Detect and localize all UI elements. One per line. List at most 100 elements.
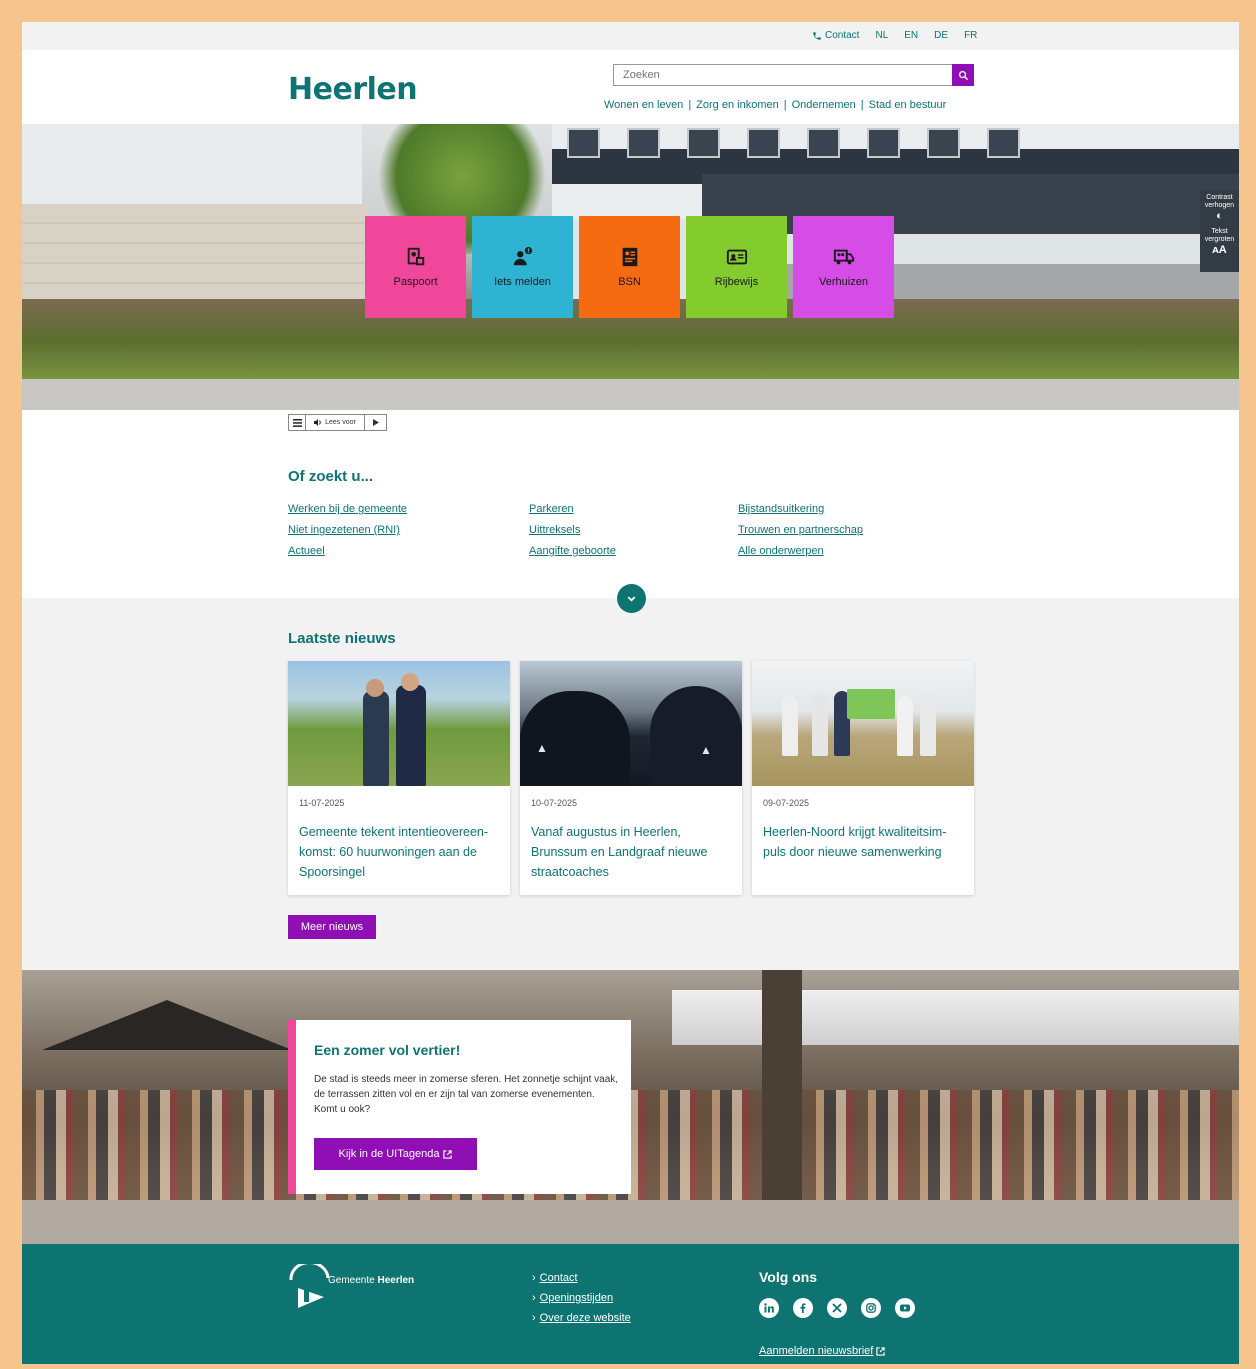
readspeaker-menu-button[interactable]	[289, 415, 306, 430]
nav-wonen[interactable]: Wonen en leven	[604, 99, 683, 111]
news-card[interactable]: ▲ ▲ 10-07-2025 Vanaf augustus in Heerlen…	[520, 661, 742, 895]
speaker-icon	[314, 419, 321, 426]
news-list: 11-07-2025 Gemeente tekent intentieovere…	[288, 661, 974, 895]
lang-en[interactable]: EN	[904, 30, 918, 41]
promo-card: Een zomer vol vertier! De stad is steeds…	[288, 1020, 631, 1194]
passport-icon	[407, 247, 424, 266]
menu-icon	[292, 418, 302, 427]
top-bar: Contact NL EN DE FR	[22, 22, 1239, 50]
link-bijstandsuitkering[interactable]: Bijstandsuitkering	[738, 503, 863, 516]
driving-license-icon	[726, 249, 747, 265]
link-aangifte-geboorte[interactable]: Aangifte geboorte	[529, 545, 616, 558]
main-navigation: Wonen en leven | Zorg en inkomen | Onderne…	[604, 99, 946, 111]
chevron-down-icon	[627, 596, 636, 602]
promo-pavement	[22, 1200, 1239, 1244]
text-size-button[interactable]: Tekst vergroten ᴀA	[1200, 228, 1239, 257]
nav-ondernemen[interactable]: Ondernemen	[792, 99, 856, 111]
contrast-label: Contrast	[1206, 194, 1233, 201]
readspeaker-bar: Lees voor	[288, 414, 387, 431]
tile-paspoort[interactable]: Paspoort	[365, 216, 466, 318]
news-date: 10-07-2025	[531, 798, 578, 808]
footer-link-contact[interactable]: Contact	[540, 1272, 578, 1284]
footer-logo[interactable]: Gemeente Heerlen	[288, 1264, 414, 1314]
nav-zorg[interactable]: Zorg en inkomen	[696, 99, 779, 111]
expand-button[interactable]	[617, 584, 646, 613]
readspeaker-play-button[interactable]	[365, 415, 386, 430]
search-icon	[958, 70, 968, 80]
link-actueel[interactable]: Actueel	[288, 545, 407, 558]
news-card[interactable]: 09-07-2025 Heerlen-Noord krijgt kwalitei…	[752, 661, 974, 895]
footer-links: › Contact › Openingstijden › Over deze webs…	[532, 1272, 631, 1325]
facebook-icon[interactable]	[793, 1298, 813, 1318]
youtube-icon[interactable]	[895, 1298, 915, 1318]
tile-bsn[interactable]: BSN	[579, 216, 680, 318]
link-column: Parkeren Uittreksels Aangifte geboorte	[529, 503, 616, 558]
contact-label: Contact	[825, 30, 860, 41]
promo-text: De stad is steeds meer in zomerse sferen…	[314, 1074, 619, 1115]
link-werken-bij[interactable]: Werken bij de gemeente	[288, 503, 407, 516]
follow-title: Volg ons	[759, 1269, 818, 1285]
linkedin-icon[interactable]	[759, 1298, 779, 1318]
accessibility-panel: Contrast verhogen ◐ Tekst vergroten ᴀA	[1200, 190, 1239, 272]
newsletter-label: Aanmelden nieuwsbrief	[759, 1345, 874, 1357]
search-button[interactable]	[952, 64, 974, 86]
link-uittreksels[interactable]: Uittreksels	[529, 524, 616, 537]
search-input[interactable]	[614, 65, 944, 85]
footer-link-over-website[interactable]: Over deze website	[540, 1312, 631, 1324]
x-icon[interactable]	[827, 1298, 847, 1318]
hero-windows	[567, 128, 1020, 158]
uitagenda-button[interactable]: Kijk in de UITagenda	[314, 1138, 477, 1170]
newsletter-link[interactable]: Aanmelden nieuwsbrief	[759, 1345, 886, 1357]
page: Contact NL EN DE FR Heerlen Wonen en lev…	[22, 22, 1239, 1364]
hero-banner: Paspoort Iets melden BSN Rijbewijs Verhu…	[22, 124, 1239, 410]
promo-title: Een zomer vol vertier!	[314, 1042, 461, 1058]
chevron-right-icon: ›	[532, 1312, 536, 1324]
lang-nl[interactable]: NL	[875, 30, 888, 41]
news-image: ▲ ▲	[520, 661, 742, 786]
link-rni[interactable]: Niet ingezetenen (RNI)	[288, 524, 407, 537]
more-news-button[interactable]: Meer nieuws	[288, 915, 376, 939]
news-title: Heerlen-Noord krijgt kwaliteitsim-puls d…	[763, 825, 947, 859]
social-links	[759, 1298, 915, 1318]
promo-umbrella	[42, 1000, 292, 1050]
section-title-of-zoekt-u: Of zoekt u...	[288, 468, 374, 485]
readspeaker-label: Lees voor	[325, 419, 356, 426]
promo-awning	[672, 990, 1239, 1045]
text-size-label: Tekst	[1211, 228, 1228, 235]
nav-stad[interactable]: Stad en bestuur	[869, 99, 947, 111]
news-image	[288, 661, 510, 786]
section-title-news: Laatste nieuws	[288, 630, 396, 647]
news-image	[752, 661, 974, 786]
tile-verhuizen[interactable]: Verhuizen	[793, 216, 894, 318]
link-column: Bijstandsuitkering Trouwen en partnersch…	[738, 503, 863, 558]
text-size-icon: ᴀA	[1212, 244, 1227, 256]
moving-truck-icon	[833, 249, 854, 265]
footer-link-item: › Openingstijden	[532, 1292, 631, 1305]
chevron-right-icon: ›	[532, 1292, 536, 1304]
link-column: Werken bij de gemeente Niet ingezetenen …	[288, 503, 407, 558]
news-title: Gemeente tekent intentieovereen-komst: 6…	[299, 825, 489, 879]
tile-iets-melden[interactable]: Iets melden	[472, 216, 573, 318]
lang-fr[interactable]: FR	[964, 30, 977, 41]
footer-link-openingstijden[interactable]: Openingstijden	[540, 1292, 613, 1304]
tile-rijbewijs[interactable]: Rijbewijs	[686, 216, 787, 318]
tile-label: Verhuizen	[819, 276, 868, 288]
readspeaker-read-button[interactable]: Lees voor	[306, 415, 365, 430]
link-alle-onderwerpen[interactable]: Alle onderwerpen	[738, 545, 863, 558]
report-icon	[513, 246, 532, 266]
uitagenda-label: Kijk in de UITagenda	[338, 1148, 440, 1160]
footer: Gemeente Heerlen › Contact › Openingstijde…	[22, 1244, 1239, 1364]
footer-link-item: › Contact	[532, 1272, 631, 1285]
footer-logo-prefix: Gemeente	[328, 1275, 378, 1286]
quick-tasks: Paspoort Iets melden BSN Rijbewijs Verhu…	[365, 216, 894, 318]
footer-logo-name: Heerlen	[377, 1275, 415, 1286]
news-card[interactable]: 11-07-2025 Gemeente tekent intentieovere…	[288, 661, 510, 895]
lang-de[interactable]: DE	[934, 30, 948, 41]
jacket-print: ▲	[536, 741, 548, 755]
contact-link[interactable]: Contact	[812, 30, 859, 41]
link-parkeren[interactable]: Parkeren	[529, 503, 616, 516]
link-trouwen[interactable]: Trouwen en partnerschap	[738, 524, 863, 537]
site-logo[interactable]: Heerlen	[288, 72, 418, 107]
contrast-button[interactable]: Contrast verhogen ◐	[1200, 194, 1239, 223]
instagram-icon[interactable]	[861, 1298, 881, 1318]
